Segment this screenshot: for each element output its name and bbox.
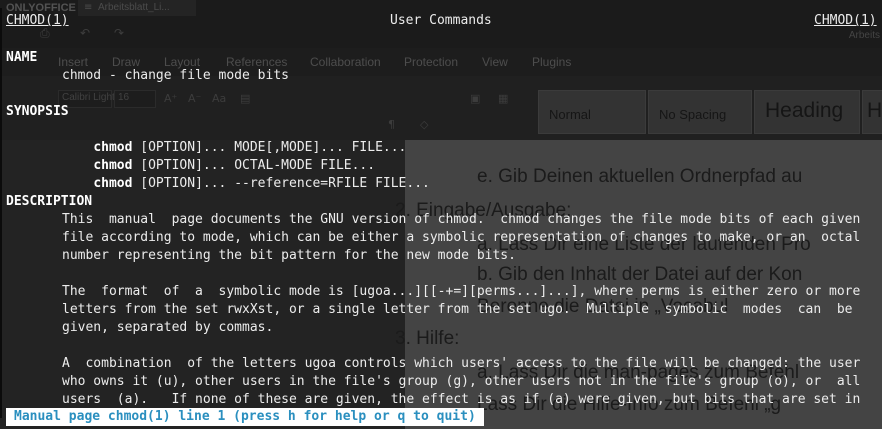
- description-line: This manual page documents the GNU versi…: [62, 212, 861, 227]
- description-line: The format of a symbolic mode is [ugoa..…: [62, 284, 861, 299]
- description-line: file according to mode, which can be eit…: [62, 230, 861, 245]
- synopsis-args: [OPTION]... --reference=RFILE FILE...: [132, 176, 430, 191]
- section-name-heading: NAME: [6, 50, 38, 65]
- synopsis-command: chmod: [93, 176, 133, 191]
- description-line: who owns it (u), other users in the file…: [62, 374, 861, 389]
- section-description-heading: DESCRIPTION: [6, 194, 93, 209]
- description-line: given, separated by commas.: [62, 320, 274, 335]
- section-synopsis-heading: SYNOPSIS: [6, 104, 69, 119]
- description-line: letters from the set rwxXst, or a single…: [62, 302, 853, 317]
- terminal-window[interactable]: CHMOD(1) User Commands CHMOD(1) NAME chm…: [0, 0, 882, 429]
- description-line: users (a). If none of these are given, t…: [62, 392, 861, 407]
- man-header-center: User Commands: [390, 13, 492, 28]
- man-header-left: CHMOD(1): [6, 13, 69, 28]
- man-header-right: CHMOD(1): [814, 13, 877, 28]
- name-text: chmod - change file mode bits: [62, 68, 289, 83]
- description-line: A combination of the letters ugoa contro…: [62, 356, 861, 371]
- pager-status-bar: Manual page chmod(1) line 1 (press h for…: [6, 408, 484, 426]
- description-line: number representing the bit pattern for …: [62, 248, 516, 263]
- synopsis-line: chmod [OPTION]... --reference=RFILE FILE…: [62, 157, 430, 211]
- terminal-edge: [0, 8, 2, 418]
